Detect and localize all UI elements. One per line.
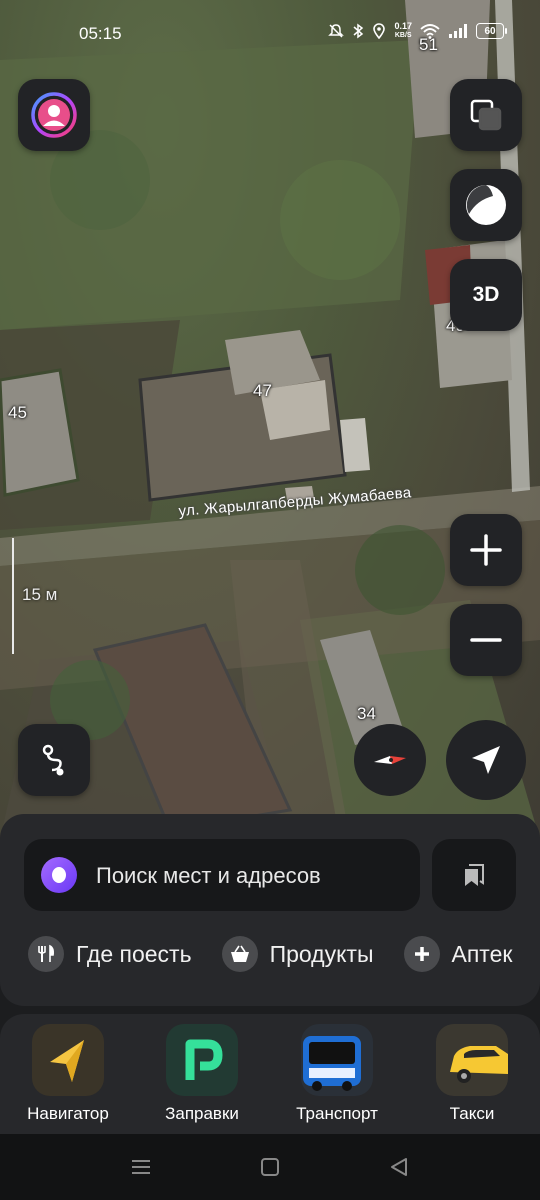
category-chip-label: Аптек bbox=[451, 940, 513, 967]
navigator-arrow-icon bbox=[32, 1024, 104, 1096]
layers-icon bbox=[470, 99, 502, 131]
status-time: 05:15 bbox=[79, 24, 122, 43]
app-transport[interactable]: Транспорт bbox=[277, 1024, 397, 1124]
3d-button[interactable]: 3D bbox=[450, 259, 522, 331]
bookmarks-button[interactable] bbox=[432, 839, 516, 911]
battery-level: 60 bbox=[484, 25, 496, 37]
plus-icon bbox=[470, 534, 502, 566]
bus-icon bbox=[301, 1024, 373, 1096]
map-scale-bar bbox=[12, 538, 14, 654]
back-triangle-icon bbox=[391, 1158, 407, 1176]
house-number-47: 47 bbox=[253, 381, 272, 400]
battery-icon: 60 bbox=[476, 23, 507, 39]
house-number-34: 34 bbox=[357, 704, 376, 723]
compass-icon bbox=[374, 756, 406, 764]
alice-voice-icon[interactable] bbox=[41, 857, 77, 893]
bluetooth-icon bbox=[353, 23, 364, 39]
route-icon bbox=[42, 744, 64, 776]
compass-button[interactable] bbox=[354, 724, 426, 796]
3d-label: 3D bbox=[472, 283, 500, 306]
fuel-p-icon bbox=[166, 1024, 238, 1096]
status-bar: 05:15 0.17 KB/S 60 bbox=[0, 0, 540, 64]
basket-icon bbox=[221, 936, 258, 972]
taxi-car-icon bbox=[436, 1024, 508, 1096]
app-taxi[interactable]: Такси bbox=[412, 1024, 532, 1124]
category-chip-label: Где поесть bbox=[76, 940, 192, 967]
bookmark-icon bbox=[465, 864, 484, 886]
menu-icon bbox=[132, 1160, 150, 1174]
search-placeholder: Поиск мест и адресов bbox=[96, 863, 321, 888]
app-label: Такси bbox=[449, 1104, 495, 1123]
app-navigator[interactable]: Навигатор bbox=[8, 1024, 128, 1124]
map-scale-label: 15 м bbox=[22, 585, 58, 604]
category-chip-label: Продукты bbox=[269, 940, 374, 967]
home-nav-button[interactable] bbox=[255, 1152, 285, 1182]
route-button[interactable] bbox=[18, 724, 90, 796]
map-style-button[interactable] bbox=[450, 169, 522, 241]
network-speed: 0.17 KB/S bbox=[394, 21, 412, 40]
search-sheet: Поиск мест и адресов Где поесть Продукты… bbox=[0, 814, 540, 1006]
home-square-icon bbox=[261, 1158, 279, 1176]
location-icon bbox=[373, 23, 386, 39]
category-chips: Где поесть Продукты Аптек bbox=[28, 936, 512, 972]
category-chip-groceries[interactable]: Продукты bbox=[221, 936, 374, 972]
app-label: Транспорт bbox=[296, 1104, 378, 1123]
system-nav-bar bbox=[0, 1134, 540, 1200]
minus-icon bbox=[470, 638, 502, 642]
zoom-in-button[interactable] bbox=[450, 514, 522, 586]
wifi-icon bbox=[420, 24, 440, 39]
map-style-icon bbox=[466, 185, 506, 225]
mute-icon bbox=[328, 24, 345, 38]
status-icons: 0.17 KB/S 60 bbox=[328, 21, 507, 40]
profile-button[interactable] bbox=[18, 79, 90, 151]
location-arrow-icon bbox=[472, 746, 500, 774]
category-chip-food[interactable]: Где поесть bbox=[28, 936, 192, 972]
app-fuel[interactable]: Заправки bbox=[142, 1024, 262, 1124]
menu-nav-button[interactable] bbox=[126, 1152, 156, 1182]
avatar-icon bbox=[31, 92, 77, 138]
fork-knife-icon bbox=[28, 936, 64, 972]
app-label: Навигатор bbox=[27, 1104, 109, 1123]
app-label: Заправки bbox=[165, 1104, 239, 1123]
layers-button[interactable] bbox=[450, 79, 522, 151]
back-nav-button[interactable] bbox=[384, 1152, 414, 1182]
services-row: Навигатор Заправки Транспорт Такси bbox=[0, 1014, 540, 1134]
house-number-45: 45 bbox=[8, 403, 27, 422]
zoom-out-button[interactable] bbox=[450, 604, 522, 676]
category-chip-pharmacy[interactable]: Аптек bbox=[403, 936, 513, 972]
plus-icon bbox=[403, 936, 440, 972]
my-location-button[interactable] bbox=[446, 720, 526, 800]
signal-icon bbox=[449, 24, 467, 38]
search-input[interactable]: Поиск мест и адресов bbox=[24, 839, 420, 911]
